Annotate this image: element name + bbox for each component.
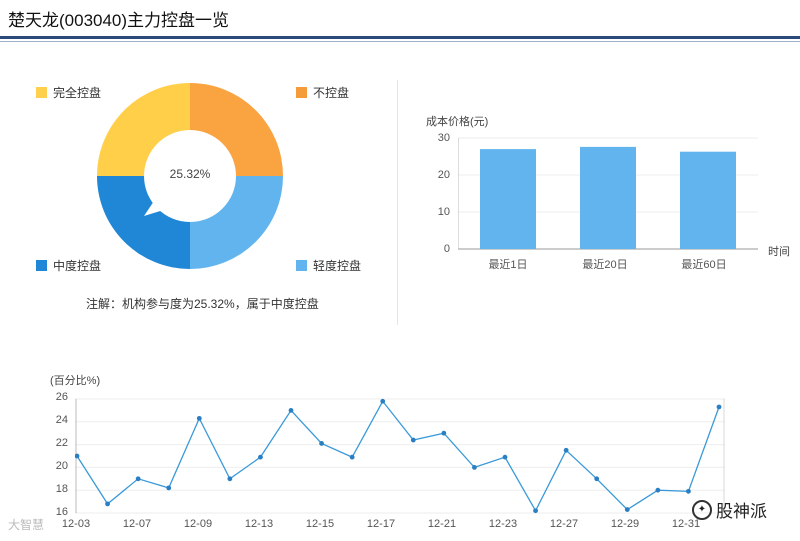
legend-item-medium-control[interactable]: 中度控盘 (36, 257, 101, 274)
legend-swatch (296, 87, 307, 98)
legend-item-full-control[interactable]: 完全控盘 (36, 84, 101, 101)
panel-divider (397, 80, 398, 325)
line-y-tick: 24 (55, 414, 68, 426)
bar-x-tick: 最近20日 (582, 259, 628, 271)
line-series (76, 400, 720, 513)
line-x-tick: 12-15 (305, 518, 335, 530)
bar-x-axis-label: 时间 (768, 246, 790, 258)
line-point-3 (166, 485, 172, 491)
bar-x-tick: 最近60日 (681, 259, 727, 271)
header: 楚天龙(003040)主力控盘一览 (0, 0, 800, 42)
line-x-tick: 12-13 (244, 518, 274, 530)
line-x-tick: 12-03 (61, 518, 91, 530)
legend-label: 轻度控盘 (313, 259, 362, 273)
line-point-14 (502, 454, 508, 460)
line-point-1 (105, 501, 110, 507)
line-point-19 (655, 487, 661, 493)
legend-label: 中度控盘 (53, 259, 102, 273)
line-y-tick: 18 (55, 483, 68, 495)
watermark-left: 大智慧 (8, 518, 45, 532)
header-divider-thin (0, 41, 800, 42)
line-y-tick: 16 (55, 506, 68, 518)
legend-swatch (296, 260, 307, 271)
line-point-18 (624, 507, 630, 512)
participation-line-chart (75, 398, 725, 514)
control-note: 注解：机构参与度为25.32%，属于中度控盘 (86, 297, 319, 311)
line-point-6 (258, 454, 263, 460)
line-point-10 (380, 398, 386, 404)
line-point-21 (716, 404, 722, 410)
line-point-7 (288, 408, 294, 413)
line-x-tick: 12-17 (366, 518, 396, 530)
line-point-12 (441, 430, 447, 436)
line-x-tick: 12-07 (122, 518, 152, 530)
line-point-20 (686, 488, 691, 494)
line-point-16 (563, 447, 569, 453)
line-point-4 (196, 415, 202, 421)
line-x-tick: 12-23 (488, 518, 518, 530)
line-y-tick: 22 (55, 437, 68, 449)
line-x-tick: 12-29 (610, 518, 640, 530)
legend-label: 不控盘 (313, 86, 350, 100)
donut-center-label: 25.32% (169, 167, 211, 181)
legend-label: 完全控盘 (53, 86, 102, 100)
bar-y-tick: 30 (437, 132, 450, 144)
line-point-11 (410, 437, 416, 443)
line-point-17 (594, 476, 600, 482)
bar-0 (480, 149, 536, 249)
legend-item-light-control[interactable]: 轻度控盘 (296, 257, 361, 274)
line-y-tick: 26 (55, 391, 68, 403)
bar-y-tick: 20 (437, 169, 450, 181)
header-divider (0, 36, 800, 39)
legend-swatch (36, 260, 47, 271)
bar-2 (680, 151, 736, 249)
legend-swatch (36, 87, 47, 98)
bar-y-tick: 10 (437, 206, 450, 218)
bar-y-tick: 0 (443, 243, 450, 255)
line-point-9 (349, 454, 355, 460)
line-y-tick: 20 (55, 460, 68, 472)
bar-1 (580, 146, 636, 249)
line-point-13 (472, 465, 477, 470)
line-x-tick: 12-09 (183, 518, 213, 530)
line-point-5 (227, 476, 233, 482)
page-title: 楚天龙(003040)主力控盘一览 (8, 11, 230, 30)
line-point-2 (135, 476, 141, 482)
line-x-tick: 12-21 (427, 518, 457, 530)
line-chart-y-label: (百分比%) (50, 375, 101, 387)
brand-watermark: ✦ 股神派 (692, 497, 767, 522)
cost-price-bar-chart (458, 137, 758, 250)
brand-label: 股神派 (716, 502, 767, 521)
legend-item-no-control[interactable]: 不控盘 (296, 84, 349, 101)
line-point-8 (319, 441, 324, 446)
line-x-tick: 12-27 (549, 518, 579, 530)
wechat-icon: ✦ (692, 499, 712, 520)
bar-x-tick: 最近1日 (488, 259, 528, 271)
line-point-15 (533, 508, 538, 514)
bar-chart-y-label: 成本价格(元) (426, 116, 489, 128)
